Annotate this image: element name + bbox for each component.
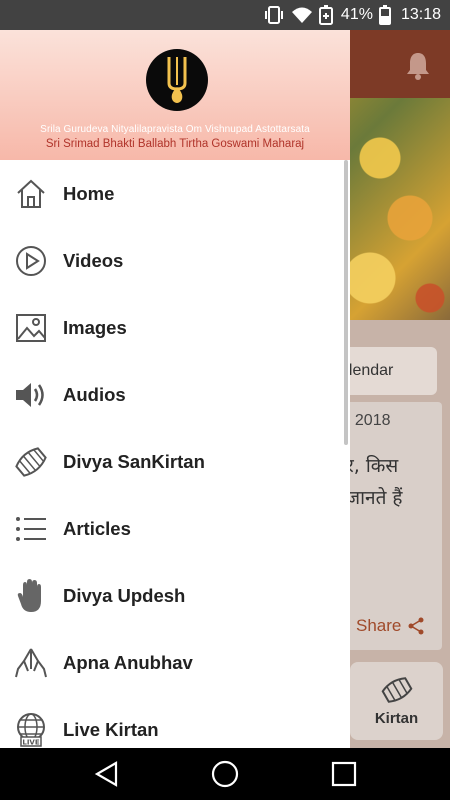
menu-label: Divya SanKirtan [63,450,205,472]
speaker-icon [14,378,48,412]
menu-item-images[interactable]: Images [0,294,350,361]
praying-hands-icon [14,646,48,680]
home-circle-icon [211,760,239,788]
menu-label: Apna Anubhav [63,651,193,673]
battery-saver-icon [318,5,333,25]
mridanga-drum-icon [381,676,412,703]
live-globe-icon: LIVE [14,712,48,747]
mridanga-drum-icon [14,445,48,479]
recents-icon [331,761,357,787]
menu-item-videos[interactable]: Videos [0,227,350,294]
header-title-line1: Srila Gurudeva Nityalilapravista Om Vish… [40,124,310,135]
menu-item-divya-updesh[interactable]: Divya Updesh [0,562,350,629]
navigation-drawer: Srila Gurudeva Nityalilapravista Om Vish… [0,30,350,748]
menu-label: Home [63,182,115,204]
share-button[interactable]: Share [356,616,425,636]
menu-label: Videos [63,249,124,271]
menu-item-apna-anubhav[interactable]: Apna Anubhav [0,629,350,696]
drawer-scrollbar[interactable] [344,160,348,445]
status-bar: 41% 13:18 [0,0,450,30]
card-text-line1: र, किस [346,455,399,477]
wifi-icon [291,7,312,23]
menu-item-live-kirtan[interactable]: LIVE Live Kirtan [0,696,350,748]
clock: 13:18 [400,6,441,23]
menu-item-divya-sankirtan[interactable]: Divya SanKirtan [0,428,350,495]
vibrate-icon [264,6,283,24]
share-icon [408,617,424,635]
menu-label: Articles [63,517,131,539]
list-icon [14,512,48,546]
menu-label: Images [63,316,127,338]
drawer-header: Srila Gurudeva Nityalilapravista Om Vish… [0,30,350,160]
battery-percent: 41% [340,6,373,23]
kirtan-label: Kirtan [374,709,419,727]
home-icon [14,177,48,211]
menu-item-home[interactable]: Home [0,160,350,227]
menu-label: Audios [63,383,126,405]
menu-item-audios[interactable]: Audios [0,361,350,428]
menu-item-articles[interactable]: Articles [0,495,350,562]
svg-text:LIVE: LIVE [22,738,39,746]
raised-hand-icon [14,578,48,613]
card-date: , 2018 [346,412,391,429]
header-title-line2: Sri Srimad Bhakti Ballabh Tirtha Goswami… [45,138,305,150]
image-icon [14,311,48,345]
menu-label: Live Kirtan [63,718,159,740]
card-text-line2: जानते हैं [346,487,403,509]
share-label: Share [356,616,402,635]
back-icon [94,761,118,787]
back-button[interactable] [77,748,137,800]
drawer-menu: Home Videos Images Audios Divya SanKirta… [0,160,350,748]
play-circle-icon [14,244,48,278]
recents-button[interactable] [314,748,374,800]
tilak-logo-icon [146,49,208,111]
menu-label: Divya Updesh [63,584,186,606]
battery-icon [378,5,391,25]
home-nav-button[interactable] [195,748,255,800]
kirtan-button[interactable]: Kirtan [350,662,443,740]
notification-bell-icon[interactable] [404,50,432,85]
system-nav-bar [0,748,450,800]
